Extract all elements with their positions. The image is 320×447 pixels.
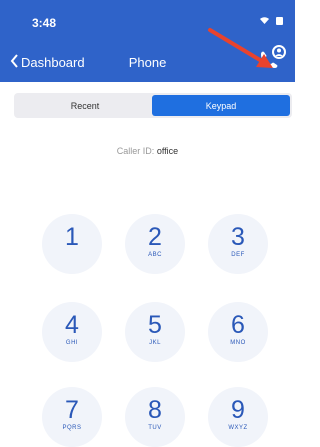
- tab-keypad[interactable]: Keypad: [152, 95, 290, 116]
- key-digit: 7: [65, 396, 79, 424]
- key-digit: 6: [231, 311, 245, 339]
- key-letters: ABC: [148, 252, 162, 258]
- battery-icon: [276, 17, 283, 28]
- key-digit: 1: [65, 223, 79, 251]
- keypad-key-4[interactable]: 4 GHI: [42, 302, 102, 362]
- keypad-key-5[interactable]: 5 JKL: [125, 302, 185, 362]
- key-letters: PQRS: [62, 425, 82, 431]
- key-letters: JKL: [149, 340, 161, 346]
- tab-recent[interactable]: Recent: [16, 95, 154, 116]
- key-digit: 3: [231, 223, 245, 251]
- key-letters: TUV: [148, 425, 162, 431]
- keypad-key-1[interactable]: 1: [42, 214, 102, 274]
- key-digit: 9: [231, 396, 245, 424]
- keypad-key-7[interactable]: 7 PQRS: [42, 387, 102, 447]
- page-title: Phone: [128, 55, 167, 70]
- caller-id-line: Caller ID: office: [0, 146, 295, 156]
- caller-id-value: office: [156, 146, 179, 156]
- keypad-key-3[interactable]: 3 DEF: [208, 214, 268, 274]
- key-letters: GHI: [65, 340, 79, 346]
- key-digit: 8: [148, 396, 162, 424]
- keypad-key-9[interactable]: 9 WXYZ: [208, 387, 268, 447]
- key-letters: MNO: [230, 340, 246, 346]
- key-letters: DEF: [231, 252, 245, 258]
- wifi-icon: [259, 16, 270, 28]
- key-letters: WXYZ: [228, 425, 248, 431]
- keypad-key-6[interactable]: 6 MNO: [208, 302, 268, 362]
- caller-id-prefix: Caller ID:: [116, 146, 155, 156]
- keypad-key-2[interactable]: 2 ABC: [125, 214, 185, 274]
- key-digit: 2: [148, 223, 162, 251]
- key-digit: 5: [148, 311, 162, 339]
- status-icons: [256, 16, 283, 28]
- nav-header: 3:48 Dashboard Phone: [0, 0, 295, 82]
- status-time: 3:48: [32, 16, 57, 30]
- caller-id-button[interactable]: [257, 42, 287, 72]
- keypad-key-8[interactable]: 8 TUV: [125, 387, 185, 447]
- key-digit: 4: [65, 311, 79, 339]
- view-segmented-control: Recent Keypad: [14, 93, 292, 118]
- caller-id-icon: [261, 45, 286, 68]
